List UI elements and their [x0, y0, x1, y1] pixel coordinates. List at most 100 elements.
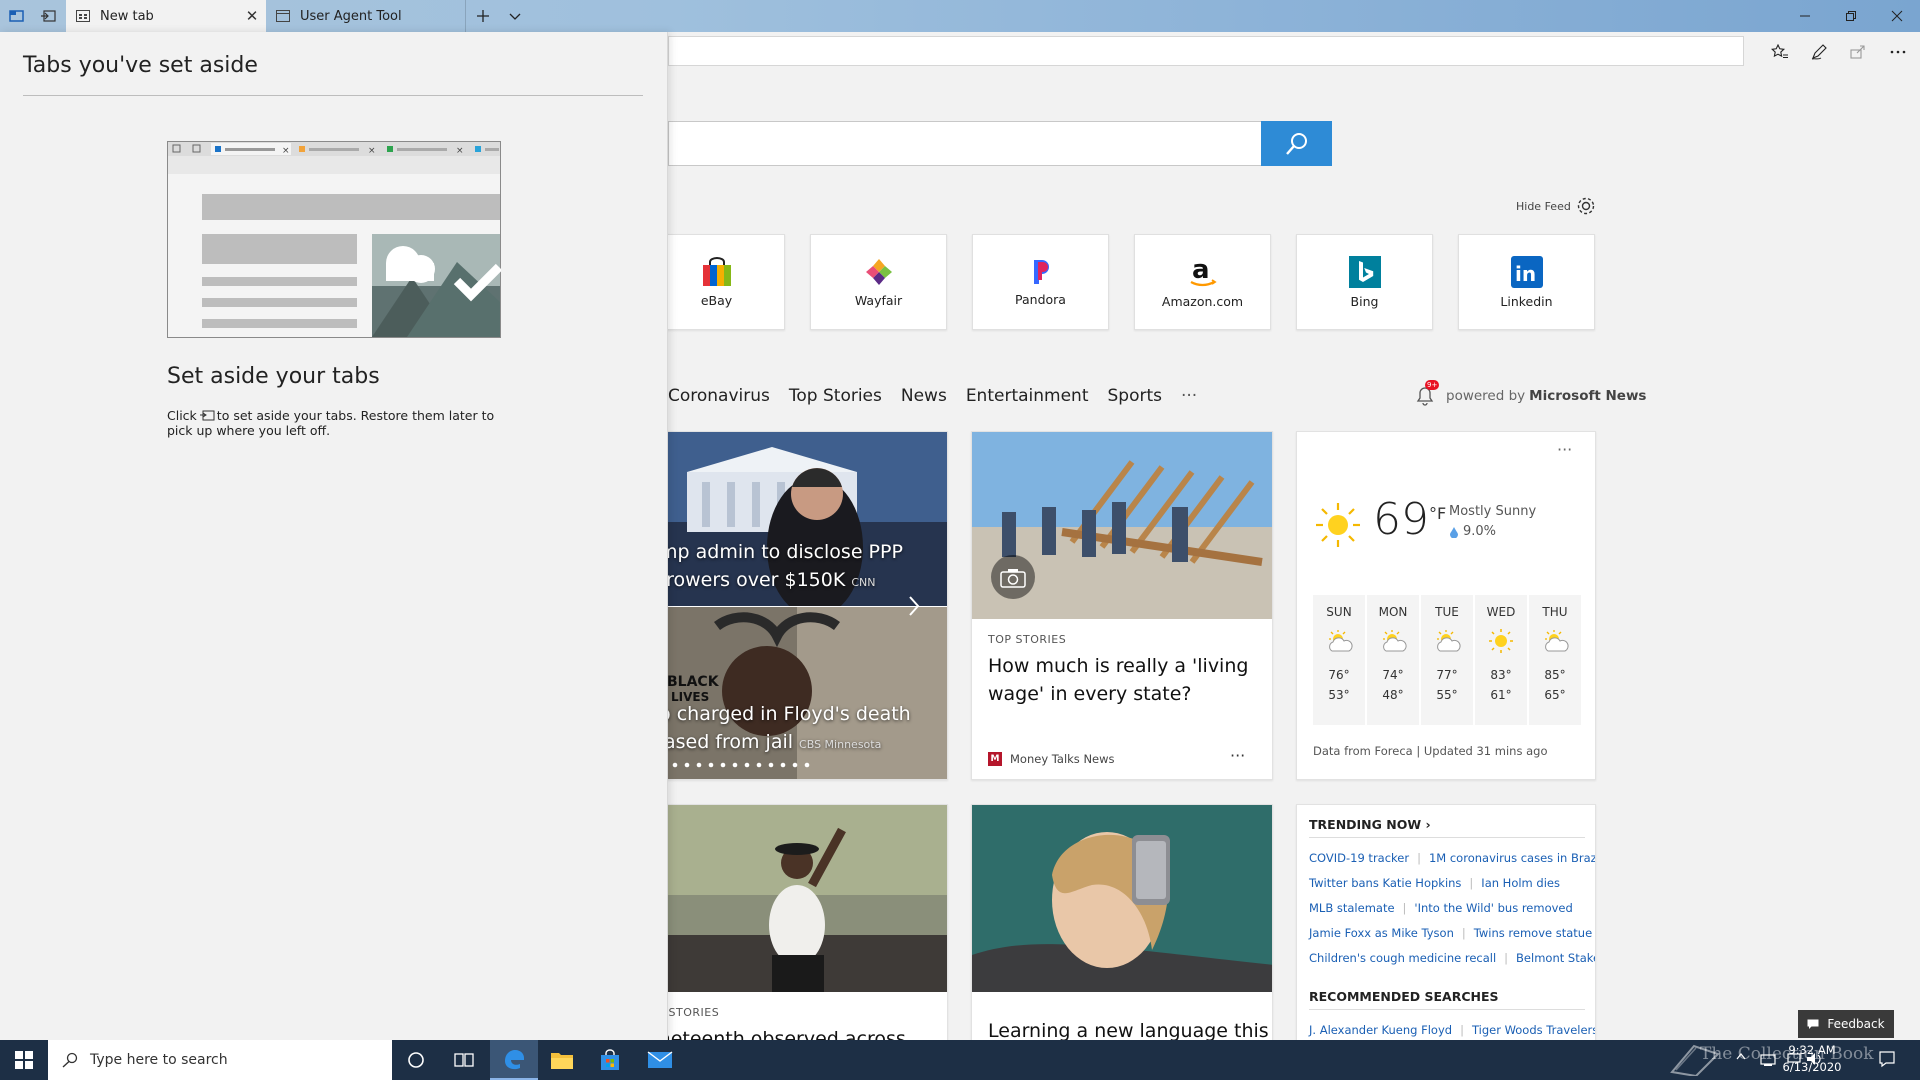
- money-talks-logo-icon: M: [988, 752, 1002, 766]
- action-center-icon[interactable]: [1878, 1050, 1896, 1068]
- forecast-tue[interactable]: TUE 77° 55°: [1421, 595, 1473, 725]
- search-button[interactable]: [1261, 121, 1332, 166]
- slide-1-caption[interactable]: ump admin to disclose PPP orrowers over …: [647, 538, 947, 597]
- tab-new-tab[interactable]: New tab ✕: [66, 0, 266, 32]
- trending-row: COVID-19 tracker | 1M coronavirus cases in…: [1309, 851, 1595, 865]
- tab-preview-chevron-icon[interactable]: [498, 0, 532, 32]
- weather-more-options[interactable]: ···: [1557, 440, 1572, 459]
- search-icon: [62, 1052, 78, 1068]
- file-explorer-icon[interactable]: [538, 1040, 586, 1080]
- trending-link[interactable]: Children's cough medicine recall: [1309, 951, 1496, 965]
- task-view-icon[interactable]: [440, 1040, 488, 1080]
- partly-cloudy-icon: [1329, 630, 1353, 652]
- news-carousel[interactable]: BLACK LIVES ump admin to disclose PPP or…: [646, 431, 948, 780]
- feed-settings-gear-icon[interactable]: [1575, 195, 1597, 217]
- close-tab-icon[interactable]: ✕: [238, 7, 266, 25]
- partly-cloudy-icon: [1383, 630, 1407, 652]
- nav-news[interactable]: News: [901, 386, 947, 406]
- desc-line-2: pick up where you left off.: [167, 423, 331, 438]
- news-card-language[interactable]: Learning a new language this: [971, 804, 1273, 1044]
- trending-link[interactable]: Twins remove statue: [1474, 926, 1592, 940]
- trending-link[interactable]: 1M coronavirus cases in Brazil: [1429, 851, 1595, 865]
- close-window-button[interactable]: [1874, 0, 1920, 32]
- slide-2-caption[interactable]: op charged in Floyd's death leased from …: [647, 700, 947, 759]
- top-site-wayfair[interactable]: Wayfair: [810, 234, 947, 330]
- forecast-high: 77°: [1436, 668, 1458, 682]
- minimize-button[interactable]: [1782, 0, 1828, 32]
- trending-link[interactable]: MLB stalemate: [1309, 901, 1395, 915]
- svg-text:a: a: [1192, 256, 1210, 285]
- slide-1-headline-2: orrowers over $150K: [647, 569, 846, 591]
- forecast-mon[interactable]: MON 74° 48°: [1367, 595, 1419, 725]
- headline-line-2: wage' in every state?: [988, 683, 1192, 705]
- forecast-high: 83°: [1490, 668, 1512, 682]
- restore-button[interactable]: [1828, 0, 1874, 32]
- svg-text:×: ×: [368, 146, 376, 156]
- trending-link[interactable]: COVID-19 tracker: [1309, 851, 1409, 865]
- favorites-star-icon[interactable]: [1762, 38, 1798, 66]
- trending-link[interactable]: 'Into the Wild' bus removed: [1414, 901, 1572, 915]
- tab-user-agent-tool[interactable]: User Agent Tool: [266, 0, 466, 32]
- svg-text:in: in: [1515, 262, 1536, 286]
- book-logo-icon: [1668, 1036, 1722, 1076]
- weather-card[interactable]: ··· 69 °F Mostly Sunny 9.0% SUN 76° 53° …: [1296, 431, 1596, 780]
- notification-bell-icon[interactable]: 9+: [1416, 380, 1440, 406]
- story-headline[interactable]: How much is really a 'living wage' in ev…: [988, 652, 1263, 708]
- ebay-bag-icon: [702, 256, 731, 286]
- nav-coronavirus[interactable]: Coronavirus: [668, 386, 770, 406]
- new-tab-plus-icon[interactable]: [466, 0, 500, 32]
- microsoft-news-brand[interactable]: Microsoft News: [1529, 388, 1646, 404]
- address-bar[interactable]: [668, 36, 1744, 66]
- recommended-link[interactable]: J. Alexander Kueng Floyd: [1309, 1023, 1452, 1037]
- nav-more[interactable]: ···: [1181, 386, 1197, 406]
- top-site-linkedin[interactable]: in Linkedin: [1458, 234, 1595, 330]
- nav-entertainment[interactable]: Entertainment: [966, 386, 1089, 406]
- story-more-options[interactable]: ···: [1230, 746, 1245, 765]
- edge-taskbar-icon[interactable]: [490, 1040, 538, 1080]
- hide-feed-link[interactable]: Hide Feed: [1516, 200, 1571, 213]
- linkedin-icon: in: [1510, 255, 1543, 288]
- forecast-thu[interactable]: THU 85° 65°: [1529, 595, 1581, 725]
- show-hidden-icons-chevron[interactable]: [1736, 1052, 1746, 1060]
- taskbar-search[interactable]: Type here to search: [48, 1040, 392, 1080]
- web-search-input[interactable]: [668, 121, 1261, 166]
- system-clock[interactable]: 9:32 AM 6/13/2020: [1762, 1042, 1862, 1076]
- carousel-next-icon[interactable]: [907, 594, 921, 618]
- news-card-living-wage[interactable]: TOP STORIES How much is really a 'living…: [971, 431, 1273, 780]
- set-aside-tabs-icon[interactable]: [31, 0, 65, 32]
- nav-top-stories[interactable]: Top Stories: [789, 386, 882, 406]
- new-tab-page-icon: [76, 10, 90, 22]
- feedback-button[interactable]: Feedback: [1798, 1010, 1894, 1038]
- start-button[interactable]: [0, 1040, 48, 1080]
- recommended-row: J. Alexander Kueng Floyd | Tiger Woods Tra…: [1309, 1023, 1595, 1037]
- mail-icon[interactable]: [636, 1040, 684, 1080]
- nav-sports[interactable]: Sports: [1107, 386, 1162, 406]
- tabs-aside-icon[interactable]: [0, 0, 34, 32]
- tile-label: Amazon.com: [1161, 293, 1244, 309]
- trending-link[interactable]: Twitter bans Katie Hopkins: [1309, 876, 1461, 890]
- feedback-label: Feedback: [1827, 1017, 1885, 1031]
- trending-link[interactable]: Jamie Foxx as Mike Tyson: [1309, 926, 1454, 940]
- top-site-amazon[interactable]: a Amazon.com: [1134, 234, 1271, 330]
- sunny-icon: [1489, 629, 1513, 653]
- forecast-wed[interactable]: WED 83° 61°: [1475, 595, 1527, 725]
- share-icon[interactable]: [1840, 38, 1876, 66]
- more-options-icon[interactable]: [1880, 38, 1916, 66]
- carousel-dots[interactable]: [647, 760, 947, 770]
- store-icon[interactable]: [586, 1040, 634, 1080]
- top-site-pandora[interactable]: Pandora: [972, 234, 1109, 330]
- tile-label: eBay: [700, 292, 733, 308]
- trending-title[interactable]: TRENDING NOW ›: [1309, 817, 1431, 832]
- cortana-icon[interactable]: [392, 1040, 440, 1080]
- trending-link[interactable]: Belmont Stakes: [1516, 951, 1595, 965]
- pen-notes-icon[interactable]: [1801, 38, 1837, 66]
- trending-row: Children's cough medicine recall | Belmont…: [1309, 951, 1595, 965]
- amazon-icon: a: [1189, 256, 1217, 286]
- trending-link[interactable]: Ian Holm dies: [1481, 876, 1560, 890]
- news-card-juneteenth[interactable]: TOP STORIES Juneteenth observed across: [646, 804, 948, 1044]
- top-site-bing[interactable]: Bing: [1296, 234, 1433, 330]
- recommended-link[interactable]: Tiger Woods Travelers: [1472, 1023, 1595, 1037]
- forecast-sun[interactable]: SUN 76° 53°: [1313, 595, 1365, 725]
- slide-divider: [647, 606, 947, 607]
- top-site-ebay[interactable]: eBay: [648, 234, 785, 330]
